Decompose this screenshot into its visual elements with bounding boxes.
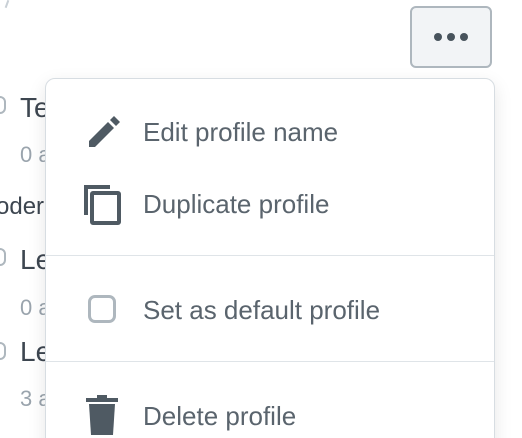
- edit-profile-name-menu-item[interactable]: Edit profile name: [46, 95, 494, 167]
- background-checkbox[interactable]: [0, 96, 6, 114]
- more-horizontal-icon-dot: [460, 33, 468, 41]
- pencil-icon: [82, 111, 122, 151]
- edit-profile-name-label: Edit profile name: [143, 117, 339, 147]
- checkbox-icon: [82, 289, 122, 329]
- menu-divider: [46, 361, 494, 362]
- set-default-profile-label: Set as default profile: [143, 295, 381, 325]
- delete-profile-menu-item[interactable]: Delete profile: [46, 379, 494, 438]
- duplicate-profile-menu-item[interactable]: Duplicate profile: [46, 167, 494, 239]
- profile-actions-menu: Edit profile name Duplicate profile Set …: [45, 78, 495, 438]
- set-default-profile-menu-item[interactable]: Set as default profile: [46, 273, 494, 345]
- profile-actions-screen: Te 0 a oder Le 0 a Le 3 a Edit profile n…: [0, 0, 522, 438]
- trash-icon: [82, 395, 122, 435]
- background-category-label: oder: [0, 193, 45, 220]
- duplicate-icon: [82, 183, 122, 225]
- more-horizontal-icon-dot: [447, 33, 455, 41]
- more-options-button[interactable]: [410, 6, 492, 68]
- delete-profile-label: Delete profile: [143, 401, 297, 431]
- menu-divider: [46, 255, 494, 256]
- more-horizontal-icon: [434, 33, 442, 41]
- background-checkbox[interactable]: [0, 248, 6, 266]
- duplicate-profile-label: Duplicate profile: [143, 189, 330, 219]
- background-checkbox[interactable]: [0, 342, 6, 360]
